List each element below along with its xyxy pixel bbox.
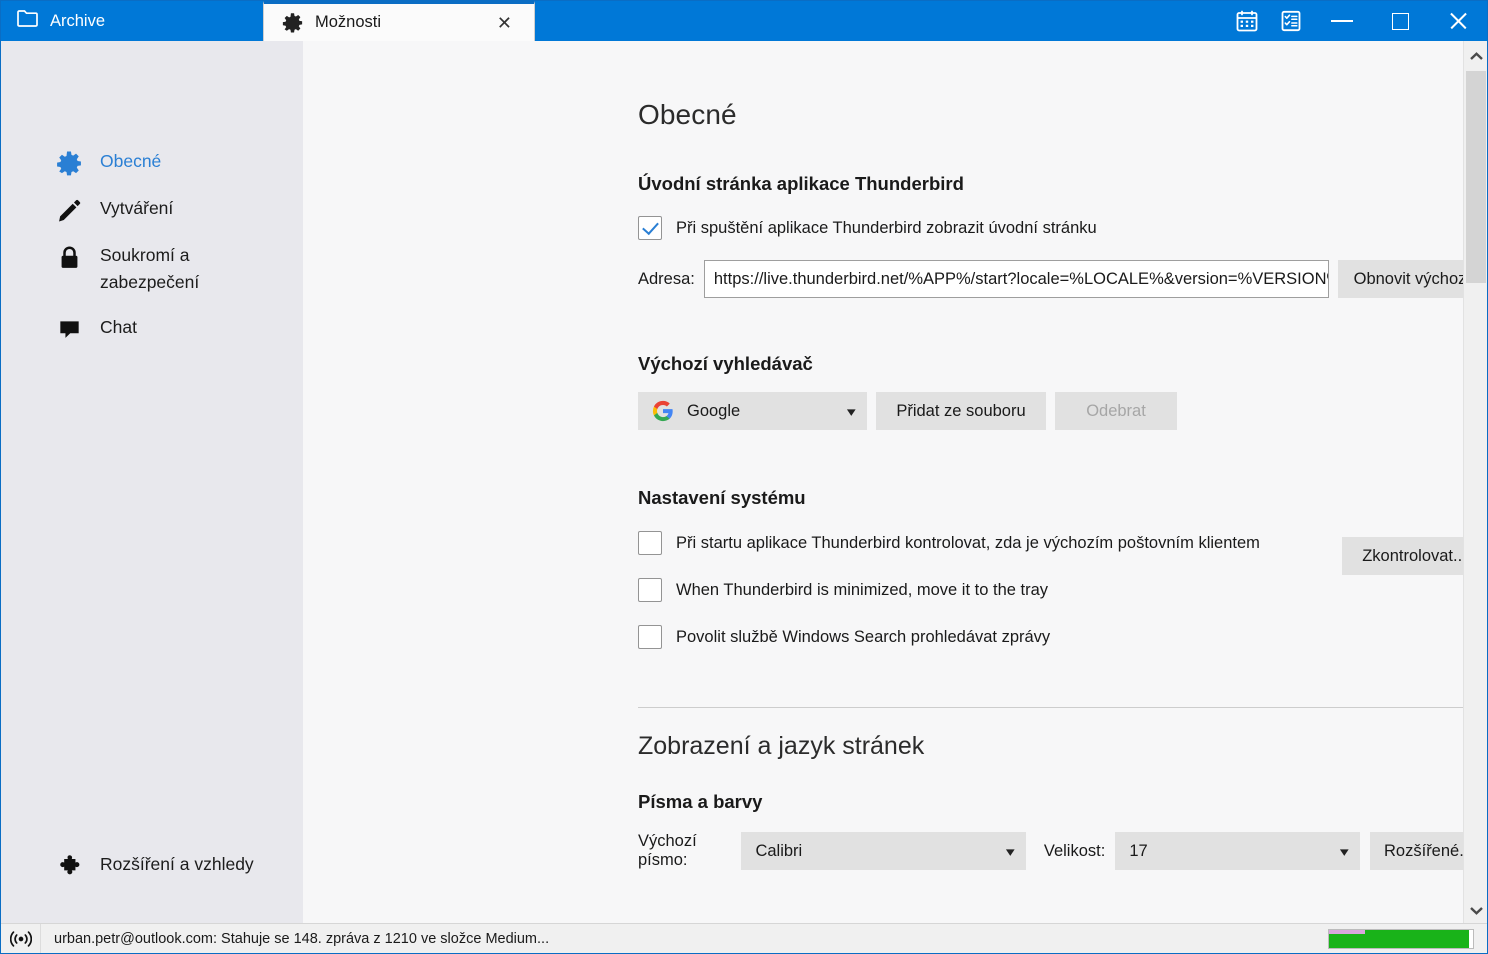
chevron-up-icon [1469,51,1483,60]
close-icon [1448,11,1468,31]
download-progress-bar [1328,928,1474,949]
address-label: Adresa: [638,269,695,288]
title-bar: Archive Možnosti ✕ [1,1,1487,41]
section-heading-system: Nastavení systému [638,487,806,508]
sidebar-nav: Obecné Vytváření Soukromí a zabezpečení … [1,139,303,352]
maximize-button[interactable] [1371,1,1429,41]
gear-icon [282,12,304,34]
startpage-checkbox[interactable] [638,216,662,240]
scroll-up-button[interactable] [1464,41,1487,71]
section-heading-fonts: Písma a barvy [638,791,763,812]
sidebar-item-general[interactable]: Obecné [1,139,303,186]
chevron-down-icon: ▾ [847,403,857,419]
minimize-button[interactable] [1313,1,1371,41]
thunderbird-options-window: Archive Možnosti ✕ Obecné Vytváření Souk… [0,0,1488,954]
scrollbar-thumb[interactable] [1466,71,1486,283]
default-font-value: Calibri [755,841,803,860]
chat-bubble-icon [55,315,83,343]
minimize-icon [1331,20,1353,22]
puzzle-piece-icon [55,852,83,880]
sidebar-item-addons[interactable]: Rozšíření a vzhledy [1,842,303,889]
startpage-checkbox-label: Při spuštění aplikace Thunderbird zobraz… [676,218,1097,237]
scroll-down-button[interactable] [1464,895,1487,925]
default-client-checkbox[interactable] [638,531,662,555]
settings-sidebar: Obecné Vytváření Soukromí a zabezpečení … [1,41,303,925]
gear-icon [55,149,83,177]
tab-archive[interactable]: Archive [1,1,263,41]
status-message: urban.petr@outlook.com: Stahuje se 148. … [54,930,550,947]
section-divider [638,707,1487,708]
maximize-icon [1391,12,1409,30]
font-size-label: Velikost: [1043,841,1106,860]
search-engine-select[interactable]: Google ▾ [638,392,867,430]
tab-options-label: Možnosti [315,13,382,31]
windows-search-checkbox-label: Povolit službě Windows Search prohledáva… [676,627,1051,646]
sidebar-item-composition[interactable]: Vytváření [1,186,303,233]
startpage-checkbox-row[interactable]: Při spuštění aplikace Thunderbird zobraz… [638,216,1487,240]
titlebar-drag-area [535,1,1225,41]
tab-options[interactable]: Možnosti ✕ [263,1,535,41]
tasks-icon[interactable] [1269,1,1313,41]
chevron-down-icon: ▾ [1006,843,1016,859]
calendar-icon[interactable] [1225,1,1269,41]
remove-engine-button[interactable]: Odebrat [1055,392,1177,430]
group-heading-display: Zobrazení a jazyk stránek [638,732,925,760]
pencil-icon [55,196,83,224]
windows-search-checkbox[interactable] [638,625,662,649]
default-client-checkbox-label: Při startu aplikace Thunderbird kontrolo… [676,533,1260,552]
page-title: Obecné [638,99,737,130]
section-heading-startpage: Úvodní stránka aplikace Thunderbird [638,173,964,194]
colors-row: Barvy... [638,882,1487,920]
sidebar-bottom-nav: Rozšíření a vzhledy [1,842,303,889]
section-heading-search: Výchozí vyhledávač [638,353,813,374]
sidebar-item-label: Chat [100,317,137,337]
sidebar-item-label: Vytváření [100,198,174,218]
settings-content-inner: Obecné Úvodní stránka aplikace Thunderbi… [303,99,1487,920]
address-input[interactable]: https://live.thunderbird.net/%APP%/start… [703,260,1329,298]
content-scrollbar[interactable] [1463,41,1487,925]
minimize-tray-checkbox[interactable] [638,578,662,602]
default-font-select[interactable]: Calibri ▾ [741,832,1026,870]
tab-close-icon[interactable]: ✕ [493,12,516,34]
font-size-value: 17 [1129,841,1148,860]
add-from-file-button[interactable]: Přidat ze souboru [876,392,1046,430]
progress-tip [1329,929,1365,934]
titlebar-icon-group [1225,1,1313,41]
sidebar-item-chat[interactable]: Chat [1,305,303,352]
close-button[interactable] [1429,1,1487,41]
sidebar-item-label: Soukromí a zabezpečení [100,245,200,292]
window-body: Obecné Vytváření Soukromí a zabezpečení … [1,41,1487,925]
settings-content: Obecné Úvodní stránka aplikace Thunderbi… [303,41,1487,925]
sidebar-item-label: Obecné [100,151,162,171]
font-size-select[interactable]: 17 ▾ [1115,832,1360,870]
fonts-row: Výchozí písmo: Calibri ▾ Velikost: 17 ▾ … [638,832,1487,870]
folder-icon [17,10,39,32]
sidebar-item-privacy[interactable]: Soukromí a zabezpečení [1,233,303,305]
broadcast-icon [1,924,41,953]
lock-icon [55,243,83,271]
sidebar-item-label: Rozšíření a vzhledy [100,854,254,874]
search-engine-row: Google ▾ Přidat ze souboru Odebrat [638,392,1487,430]
address-row: Adresa: https://live.thunderbird.net/%AP… [638,260,1487,298]
minimize-tray-checkbox-label: When Thunderbird is minimized, move it t… [676,580,1049,599]
google-logo-icon [652,400,674,422]
minimize-tray-checkbox-row[interactable]: When Thunderbird is minimized, move it t… [638,578,1487,602]
search-engine-value: Google [687,401,741,420]
tab-archive-label: Archive [50,11,106,30]
windows-search-checkbox-row[interactable]: Povolit službě Windows Search prohledáva… [638,625,1487,649]
chevron-down-icon: ▾ [1340,843,1350,859]
chevron-down-icon [1469,906,1483,915]
status-bar: urban.petr@outlook.com: Stahuje se 148. … [1,923,1487,953]
default-font-label: Výchozí písmo: [638,832,697,869]
